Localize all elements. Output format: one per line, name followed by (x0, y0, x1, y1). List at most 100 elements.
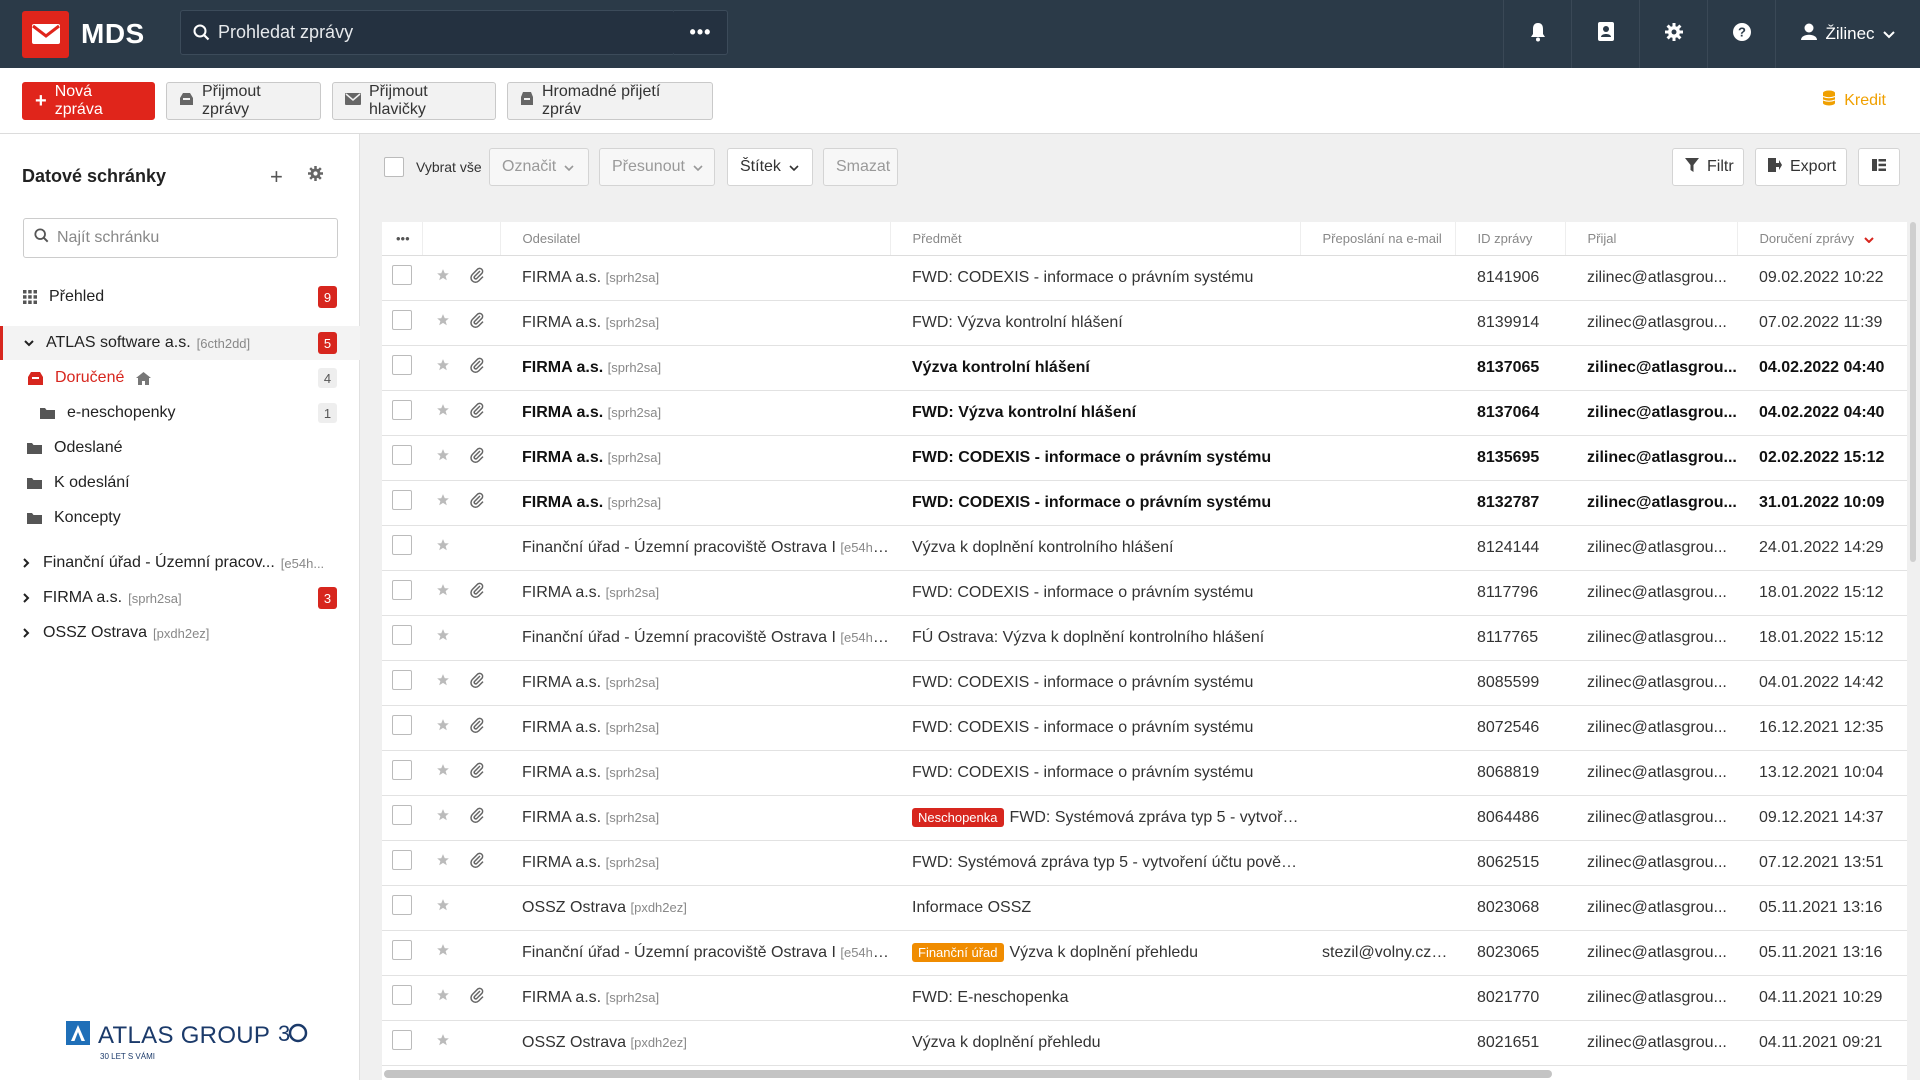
star-icon[interactable] (436, 899, 450, 916)
sidebar-folder-sent[interactable]: Odeslané (0, 431, 360, 465)
layout-toggle-button[interactable] (1858, 148, 1900, 186)
table-row[interactable]: FIRMA a.s. [sprh2sa] FWD: CODEXIS - infor… (382, 705, 1907, 751)
star-icon[interactable] (436, 269, 450, 286)
table-row[interactable]: FIRMA a.s. [sprh2sa] Neschopenka FWD: Syst… (382, 795, 1907, 841)
row-checkbox[interactable] (392, 625, 412, 645)
row-checkbox[interactable] (392, 805, 412, 825)
row-checkbox[interactable] (392, 940, 412, 960)
star-icon[interactable] (436, 719, 450, 736)
row-checkbox[interactable] (392, 265, 412, 285)
mailbox-search-input[interactable]: Najít schránku (23, 218, 338, 258)
notifications-button[interactable] (1503, 0, 1571, 68)
row-checkbox[interactable] (392, 355, 412, 375)
sidebar-item-overview[interactable]: Přehled 9 (0, 280, 360, 314)
mark-dropdown[interactable]: Označit (489, 148, 589, 186)
star-icon[interactable] (436, 314, 450, 331)
user-menu[interactable]: Žilinec (1775, 0, 1920, 68)
star-icon[interactable] (436, 359, 450, 376)
row-checkbox[interactable] (392, 985, 412, 1005)
select-all-checkbox[interactable] (384, 157, 404, 177)
add-mailbox-icon[interactable]: + (270, 164, 283, 190)
address-book-button[interactable] (1571, 0, 1639, 68)
row-checkbox[interactable] (392, 715, 412, 735)
vertical-scrollbar[interactable] (1910, 222, 1916, 562)
table-row[interactable]: FIRMA a.s. [sprh2sa] FWD: E-neschopenka 80… (382, 975, 1907, 1021)
star-icon[interactable] (436, 809, 450, 826)
table-row[interactable]: Finanční úřad - Územní pracoviště Ostrav… (382, 930, 1907, 976)
sidebar-box-atlas[interactable]: ATLAS software a.s. [6cth2dd] 5 (0, 326, 360, 360)
row-checkbox[interactable] (392, 850, 412, 870)
star-icon[interactable] (436, 1034, 450, 1051)
row-checkbox[interactable] (392, 310, 412, 330)
star-icon[interactable] (436, 584, 450, 601)
column-options[interactable]: ••• (382, 222, 423, 256)
star-icon[interactable] (436, 404, 450, 421)
star-icon[interactable] (436, 539, 450, 556)
column-sender[interactable]: Odesilatel (500, 222, 891, 256)
table-row[interactable]: FIRMA a.s. [sprh2sa] FWD: Systémová zpráv… (382, 840, 1907, 886)
column-subject[interactable]: Předmět (890, 222, 1301, 256)
sidebar-box-financni-urad[interactable]: Finanční úřad - Územní pracov... [e54h..… (0, 546, 360, 580)
bulk-receive-button[interactable]: Hromadné přijetí zpráv (507, 82, 713, 120)
star-icon[interactable] (436, 764, 450, 781)
receive-headers-button[interactable]: Přijmout hlavičky (332, 82, 496, 120)
star-icon[interactable] (436, 674, 450, 691)
star-icon[interactable] (436, 854, 450, 871)
message-search-input[interactable]: Prohledat zprávy (180, 10, 675, 55)
sidebar-box-firma[interactable]: FIRMA a.s. [sprh2sa] 3 (0, 581, 360, 615)
table-row[interactable]: OSSZ Ostrava [pxdh2ez] Výzva k doplnění p… (382, 1020, 1907, 1066)
sidebar-box-ossz[interactable]: OSSZ Ostrava [pxdh2ez] (0, 616, 360, 650)
sidebar-folder-outbox[interactable]: K odeslání (0, 466, 360, 500)
row-checkbox[interactable] (392, 445, 412, 465)
row-checkbox[interactable] (392, 670, 412, 690)
label-tag[interactable]: Finanční úřad (912, 943, 1004, 962)
row-checkbox[interactable] (392, 535, 412, 555)
credit-link[interactable]: Kredit (1822, 90, 1886, 111)
table-row[interactable]: FIRMA a.s. [sprh2sa] FWD: CODEXIS - infor… (382, 480, 1907, 526)
table-row[interactable]: FIRMA a.s. [sprh2sa] FWD: CODEXIS - infor… (382, 435, 1907, 481)
table-row[interactable]: FIRMA a.s. [sprh2sa] FWD: CODEXIS - infor… (382, 570, 1907, 616)
column-message-id[interactable]: ID zprávy (1455, 222, 1566, 256)
app-logo[interactable]: MDS (22, 0, 145, 68)
table-row[interactable]: FIRMA a.s. [sprh2sa] FWD: CODEXIS - infor… (382, 660, 1907, 706)
table-row[interactable]: FIRMA a.s. [sprh2sa] FWD: Výzva kontrolní… (382, 300, 1907, 346)
label-tag[interactable]: Neschopenka (912, 808, 1004, 827)
row-checkbox[interactable] (392, 760, 412, 780)
table-row[interactable]: FIRMA a.s. [sprh2sa] Výzva kontrolní hláš… (382, 345, 1907, 391)
sidebar-folder-e-neschopenky[interactable]: e-neschopenky 1 (0, 396, 360, 430)
row-checkbox[interactable] (392, 895, 412, 915)
table-row[interactable]: FIRMA a.s. [sprh2sa] FWD: CODEXIS - infor… (382, 255, 1907, 301)
star-icon[interactable] (436, 944, 450, 961)
star-icon[interactable] (436, 989, 450, 1006)
select-all-control[interactable]: Vybrat vše (384, 157, 482, 177)
table-row[interactable]: FIRMA a.s. [sprh2sa] FWD: CODEXIS - infor… (382, 750, 1907, 796)
sidebar-folder-inbox[interactable]: Doručené 4 (0, 361, 360, 395)
row-checkbox[interactable] (392, 490, 412, 510)
horizontal-scrollbar[interactable] (384, 1070, 1552, 1078)
export-button[interactable]: Export (1755, 148, 1847, 186)
column-forward[interactable]: Přeposlání na e-mail (1300, 222, 1456, 256)
table-row[interactable]: FIRMA a.s. [sprh2sa] FWD: Výzva kontrolní… (382, 390, 1907, 436)
search-options-button[interactable]: ••• (674, 10, 728, 55)
help-button[interactable]: ? (1707, 0, 1775, 68)
move-dropdown[interactable]: Přesunout (599, 148, 715, 186)
table-row[interactable]: Finanční úřad - Územní pracoviště Ostrav… (382, 615, 1907, 661)
receive-messages-button[interactable]: Přijmout zprávy (166, 82, 321, 120)
table-row[interactable]: OSSZ Ostrava [pxdh2ez] Informace OSSZ 8023… (382, 885, 1907, 931)
star-icon[interactable] (436, 449, 450, 466)
label-dropdown[interactable]: Štítek (727, 148, 813, 186)
row-checkbox[interactable] (392, 400, 412, 420)
mailbox-settings-icon[interactable] (308, 166, 323, 186)
star-icon[interactable] (436, 629, 450, 646)
delete-button[interactable]: Smazat (823, 148, 898, 186)
column-delivered[interactable]: Doručení zprávy (1737, 222, 1907, 256)
column-received-by[interactable]: Přijal (1565, 222, 1738, 256)
settings-button[interactable] (1639, 0, 1707, 68)
row-checkbox[interactable] (392, 1030, 412, 1050)
home-icon[interactable] (136, 371, 152, 385)
new-message-button[interactable]: + Nová zpráva (22, 82, 155, 120)
row-checkbox[interactable] (392, 580, 412, 600)
filter-button[interactable]: Filtr (1672, 148, 1744, 186)
table-row[interactable]: Finanční úřad - Územní pracoviště Ostrav… (382, 525, 1907, 571)
star-icon[interactable] (436, 494, 450, 511)
